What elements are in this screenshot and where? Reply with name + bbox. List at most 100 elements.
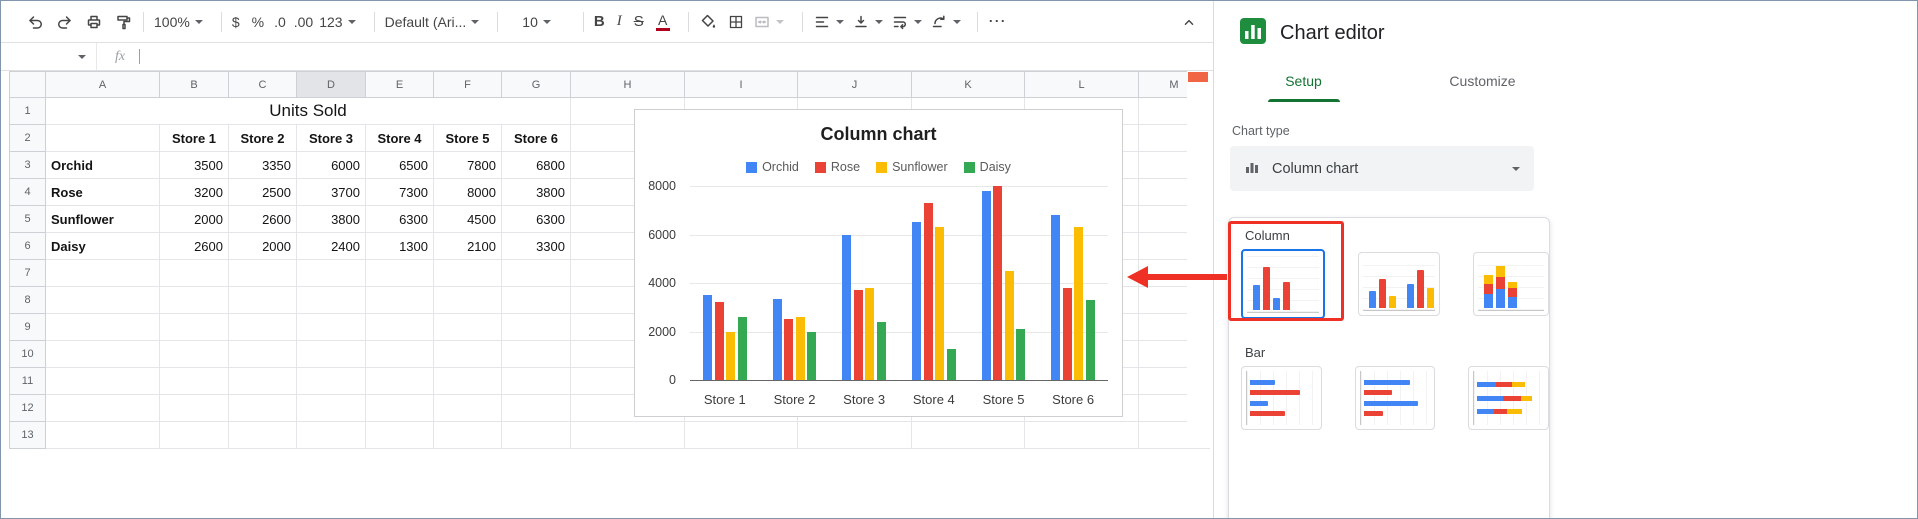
hide-menus-button[interactable]: [1181, 14, 1197, 30]
decrease-decimal-button[interactable]: .0: [274, 14, 286, 30]
cell-value[interactable]: 2600: [160, 233, 229, 260]
more-formats-dropdown[interactable]: 123: [319, 14, 356, 30]
name-box[interactable]: [1, 43, 97, 70]
row-header-5[interactable]: 5: [10, 206, 46, 233]
chart-type-thumb-bar-stacked[interactable]: [1468, 366, 1550, 430]
cell-flower-label[interactable]: Daisy: [46, 233, 160, 260]
format-currency-button[interactable]: $: [232, 14, 240, 30]
cell-value[interactable]: 6500: [366, 152, 434, 179]
cell[interactable]: [160, 287, 229, 314]
cell[interactable]: [160, 395, 229, 422]
redo-button[interactable]: [55, 13, 73, 31]
tab-customize[interactable]: Customize: [1393, 63, 1572, 102]
text-rotation-dropdown[interactable]: [930, 13, 961, 31]
cell[interactable]: [297, 395, 366, 422]
cell-value[interactable]: 6800: [502, 152, 571, 179]
cell-value[interactable]: 6000: [297, 152, 366, 179]
strikethrough-button[interactable]: S: [634, 13, 644, 30]
italic-button[interactable]: I: [617, 13, 622, 30]
text-color-button[interactable]: A: [655, 13, 670, 31]
cell[interactable]: [366, 260, 434, 287]
row-header-13[interactable]: 13: [10, 422, 46, 449]
row-header-10[interactable]: 10: [10, 341, 46, 368]
cell-value[interactable]: 4500: [434, 206, 502, 233]
cell[interactable]: [46, 368, 160, 395]
row-header-6[interactable]: 6: [10, 233, 46, 260]
cell[interactable]: [571, 422, 685, 449]
cell-value[interactable]: 3200: [160, 179, 229, 206]
cell[interactable]: [502, 368, 571, 395]
cell[interactable]: [434, 260, 502, 287]
row-header-8[interactable]: 8: [10, 287, 46, 314]
cell-flower-label[interactable]: Rose: [46, 179, 160, 206]
cell[interactable]: [160, 260, 229, 287]
cell-store-header[interactable]: Store 1: [160, 125, 229, 152]
column-header-D[interactable]: D: [297, 72, 366, 98]
cell[interactable]: [229, 368, 297, 395]
column-header-K[interactable]: K: [912, 72, 1025, 98]
row-header-3[interactable]: 3: [10, 152, 46, 179]
cell[interactable]: [229, 260, 297, 287]
cell[interactable]: [297, 287, 366, 314]
chart-type-thumb-bar[interactable]: [1241, 366, 1322, 430]
chart-type-thumb-bar-grouped[interactable]: [1354, 366, 1436, 430]
cell-value[interactable]: 8000: [434, 179, 502, 206]
cell[interactable]: [502, 422, 571, 449]
cell-value[interactable]: 1300: [366, 233, 434, 260]
paint-format-button[interactable]: [115, 13, 133, 31]
cell[interactable]: [46, 287, 160, 314]
column-header-E[interactable]: E: [366, 72, 434, 98]
cell-value[interactable]: 2000: [160, 206, 229, 233]
cell[interactable]: [366, 314, 434, 341]
cell[interactable]: [160, 314, 229, 341]
cell[interactable]: [434, 341, 502, 368]
cell[interactable]: [160, 341, 229, 368]
cell-value[interactable]: 7800: [434, 152, 502, 179]
cell[interactable]: [229, 314, 297, 341]
cell-value[interactable]: 3800: [297, 206, 366, 233]
cell-value[interactable]: 6300: [502, 206, 571, 233]
increase-decimal-button[interactable]: .00: [294, 14, 313, 30]
chart-type-dropdown[interactable]: Column chart: [1230, 146, 1534, 191]
cell-value[interactable]: 2600: [229, 206, 297, 233]
cell-store-header[interactable]: Store 3: [297, 125, 366, 152]
bold-button[interactable]: B: [594, 13, 605, 30]
cell[interactable]: [912, 422, 1025, 449]
cell[interactable]: [297, 422, 366, 449]
column-header-I[interactable]: I: [685, 72, 798, 98]
cell[interactable]: [502, 287, 571, 314]
tab-setup[interactable]: Setup: [1214, 63, 1393, 102]
fill-color-button[interactable]: [699, 13, 717, 31]
row-header-7[interactable]: 7: [10, 260, 46, 287]
row-header-12[interactable]: 12: [10, 395, 46, 422]
cell[interactable]: [160, 422, 229, 449]
cell-value[interactable]: 3700: [297, 179, 366, 206]
chart-type-thumb-column-multiseries[interactable]: [1357, 252, 1440, 316]
cell-value[interactable]: 2400: [297, 233, 366, 260]
chart-type-thumb-column-grouped[interactable]: [1241, 249, 1325, 319]
font-size-dropdown[interactable]: 10: [508, 14, 565, 30]
cell[interactable]: [502, 395, 571, 422]
cell-value[interactable]: 7300: [366, 179, 434, 206]
cell[interactable]: [502, 260, 571, 287]
column-header-C[interactable]: C: [229, 72, 297, 98]
cell[interactable]: [685, 422, 798, 449]
embedded-chart[interactable]: Column chart Orchid Rose Sunflower Daisy 0 2…: [634, 109, 1123, 417]
row-header-2[interactable]: 2: [10, 125, 46, 152]
cell-units-sold[interactable]: Units Sold: [46, 98, 571, 125]
column-header-J[interactable]: J: [798, 72, 912, 98]
cell-flower-label[interactable]: Sunflower: [46, 206, 160, 233]
text-wrap-dropdown[interactable]: [891, 13, 922, 31]
format-percent-button[interactable]: %: [252, 14, 264, 30]
chart-type-thumb-column-stacked[interactable]: [1472, 252, 1549, 316]
row-header-1[interactable]: 1: [10, 98, 46, 125]
cell[interactable]: [1025, 422, 1139, 449]
cell[interactable]: [434, 395, 502, 422]
cell-value[interactable]: 3350: [229, 152, 297, 179]
formula-input[interactable]: [140, 43, 1213, 70]
cell[interactable]: [160, 368, 229, 395]
cell-store-header[interactable]: Store 4: [366, 125, 434, 152]
cell[interactable]: [434, 368, 502, 395]
cell[interactable]: [434, 314, 502, 341]
merge-cells-dropdown[interactable]: [753, 13, 784, 31]
